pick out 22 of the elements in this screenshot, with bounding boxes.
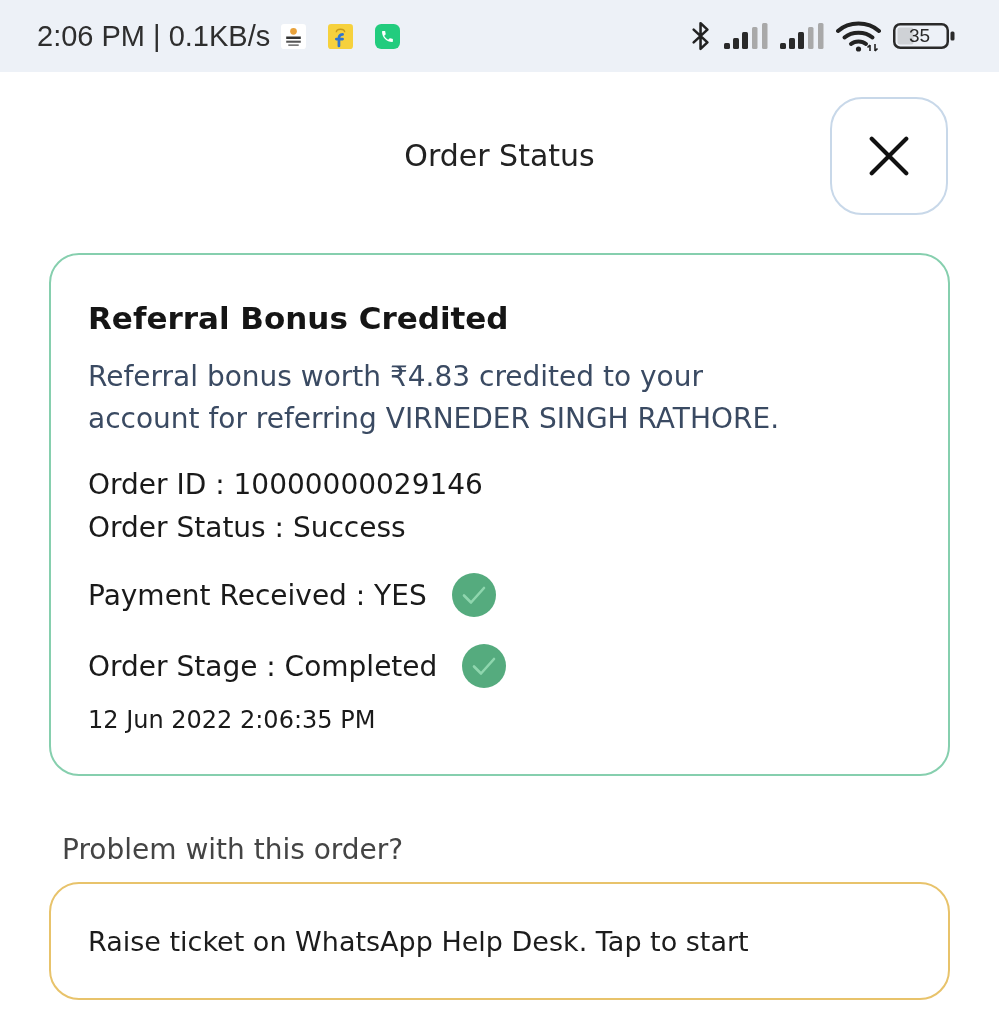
detail-text: Order Stage : Completed [88, 648, 438, 685]
card-description: Referral bonus worth ₹4.83 credited to your account for referring VIRNEDER SINGH RATHORE. [88, 359, 781, 437]
signal-icon [780, 23, 824, 49]
detail-text: Order ID : 10000000029146 [88, 467, 483, 503]
page-title: Order Status [404, 137, 595, 175]
battery-icon [893, 23, 955, 49]
phone-app-icon [375, 23, 401, 49]
detail-text: Order Status : Success [88, 510, 406, 546]
bluetooth-icon [690, 20, 712, 52]
detail-text: Payment Received : YES [88, 577, 427, 614]
close-button[interactable] [830, 97, 948, 215]
close-icon [869, 136, 909, 176]
help-prompt: Problem with this order? [62, 832, 404, 868]
battery-percentage: 35 [909, 26, 931, 46]
help-desk-button[interactable]: Raise ticket on WhatsApp Help Desk. Tap to start [49, 882, 950, 1000]
card-title: Referral Bonus Credited [88, 299, 509, 337]
status-time: 2:06 PM | 0.1KB/s [37, 19, 271, 53]
wifi-icon [836, 20, 881, 52]
news-app-icon [281, 23, 307, 49]
signal-icon [724, 23, 768, 49]
timestamp: 12 Jun 2022 2:06:35 PM [88, 705, 376, 736]
bag-app-icon [328, 23, 354, 49]
